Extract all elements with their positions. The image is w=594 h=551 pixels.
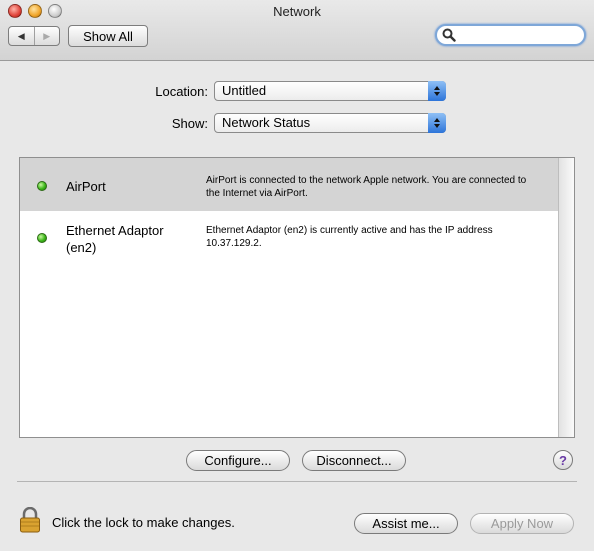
assist-me-button[interactable]: Assist me... bbox=[354, 513, 458, 534]
help-button[interactable]: ? bbox=[553, 450, 573, 470]
back-arrow-icon[interactable]: ◀ bbox=[9, 27, 34, 45]
show-all-button[interactable]: Show All bbox=[68, 25, 148, 47]
list-item-ethernet-adaptor[interactable]: Ethernet Adaptor (en2) Ethernet Adaptor … bbox=[20, 211, 560, 271]
popup-arrows-icon bbox=[428, 81, 446, 101]
network-status-list: AirPort AirPort is connected to the netw… bbox=[19, 157, 575, 438]
disconnect-button[interactable]: Disconnect... bbox=[302, 450, 406, 471]
location-value: Untitled bbox=[222, 83, 267, 98]
apply-now-button[interactable]: Apply Now bbox=[470, 513, 574, 534]
back-forward-control: ◀ ▶ bbox=[8, 26, 60, 46]
titlebar-toolbar: Network ◀ ▶ Show All bbox=[0, 0, 594, 61]
show-label: Show: bbox=[171, 116, 208, 131]
service-name: AirPort bbox=[66, 179, 106, 194]
window-title: Network bbox=[273, 4, 321, 19]
search-icon bbox=[442, 28, 456, 42]
lock-message: Click the lock to make changes. bbox=[52, 515, 235, 530]
location-popup[interactable]: Untitled bbox=[214, 81, 446, 101]
forward-arrow-icon[interactable]: ▶ bbox=[33, 27, 60, 45]
status-green-dot-icon bbox=[37, 233, 47, 243]
divider bbox=[17, 481, 577, 482]
list-scrollbar[interactable] bbox=[558, 158, 574, 437]
lock-icon[interactable] bbox=[18, 506, 42, 538]
location-label: Location: bbox=[155, 84, 208, 99]
show-popup[interactable]: Network Status bbox=[214, 113, 446, 133]
configure-button[interactable]: Configure... bbox=[186, 450, 290, 471]
search-field[interactable] bbox=[435, 24, 586, 46]
status-green-dot-icon bbox=[37, 181, 47, 191]
service-description: Ethernet Adaptor (en2) is currently acti… bbox=[206, 225, 493, 249]
service-name: Ethernet Adaptor (en2) bbox=[66, 223, 164, 255]
list-item-airport[interactable]: AirPort AirPort is connected to the netw… bbox=[20, 158, 560, 211]
show-value: Network Status bbox=[222, 115, 311, 130]
service-description: AirPort is connected to the network Appl… bbox=[206, 175, 527, 199]
network-preferences-window: Network ◀ ▶ Show All Location: Untitled … bbox=[0, 0, 594, 551]
popup-arrows-icon bbox=[428, 113, 446, 133]
